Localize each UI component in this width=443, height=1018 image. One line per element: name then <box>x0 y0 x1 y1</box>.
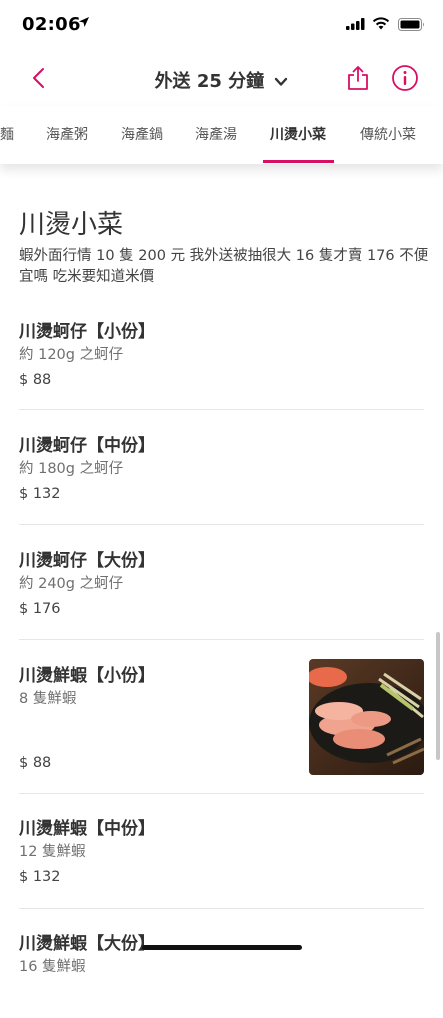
section-title: 川燙小菜 <box>19 210 124 240</box>
shrimp-dish-image <box>309 659 424 775</box>
menu-item[interactable]: 川燙鮮蝦【小份】 8 隻鮮蝦 $ 88 <box>19 639 424 794</box>
category-tabs: 麵 海產粥 海產鍋 海產湯 川燙小菜 傳統小菜 <box>0 106 443 164</box>
battery-icon <box>398 18 424 31</box>
item-description: 約 180g 之蚵仔 <box>19 461 124 477</box>
item-name: 川燙蚵仔【中份】 <box>19 436 155 456</box>
item-description: 16 隻鮮蝦 <box>19 959 86 975</box>
item-price: $ 88 <box>19 755 52 771</box>
item-price: $ 132 <box>19 869 61 885</box>
item-price: $ 176 <box>19 601 61 617</box>
delivery-time-label: 外送 25 分鐘 <box>154 71 265 92</box>
item-name: 川燙蚵仔【小份】 <box>19 322 155 342</box>
share-icon[interactable] <box>345 64 371 92</box>
menu-item[interactable]: 川燙鮮蝦【中份】 12 隻鮮蝦 $ 132 <box>19 793 424 909</box>
section-description: 蝦外面行情 10 隻 200 元 我外送被抽很大 16 隻才賣 176 不便宜嗎… <box>19 248 429 285</box>
menu-item[interactable]: 川燙鮮蝦【大份】 16 隻鮮蝦 <box>19 908 424 1018</box>
item-name: 川燙鮮蝦【小份】 <box>19 666 155 686</box>
cellular-signal-icon <box>346 18 365 30</box>
delivery-time-selector[interactable]: 外送 25 分鐘 <box>0 67 443 93</box>
item-name: 川燙蚵仔【大份】 <box>19 551 155 571</box>
nav-bar: 外送 25 分鐘 <box>0 52 443 106</box>
tab-traditional-sides[interactable]: 傳統小菜 <box>360 124 416 144</box>
item-name: 川燙鮮蝦【大份】 <box>19 934 155 954</box>
item-price: $ 132 <box>19 486 61 502</box>
tab-seafood-hotpot[interactable]: 海產鍋 <box>121 124 163 144</box>
location-arrow-icon <box>79 17 89 27</box>
item-description: 約 120g 之蚵仔 <box>19 347 124 363</box>
menu-item[interactable]: 川燙蚵仔【中份】 約 180g 之蚵仔 $ 132 <box>19 409 424 525</box>
scrollbar[interactable] <box>436 632 440 760</box>
wifi-icon <box>372 17 390 30</box>
item-description: 8 隻鮮蝦 <box>19 691 77 707</box>
menu-item[interactable]: 川燙蚵仔【小份】 約 120g 之蚵仔 $ 88 <box>19 304 424 410</box>
tab-blanched-sides[interactable]: 川燙小菜 <box>270 124 326 144</box>
status-time: 02:06 <box>22 14 81 35</box>
status-bar: 02:06 <box>0 0 443 52</box>
tab-seafood-soup[interactable]: 海產湯 <box>195 124 237 144</box>
info-icon[interactable] <box>391 64 419 92</box>
home-indicator[interactable] <box>142 945 302 950</box>
menu-item[interactable]: 川燙蚵仔【大份】 約 240g 之蚵仔 $ 176 <box>19 524 424 640</box>
chevron-down-icon <box>275 77 288 86</box>
item-description: 12 隻鮮蝦 <box>19 844 86 860</box>
item-name: 川燙鮮蝦【中份】 <box>19 819 155 839</box>
item-price: $ 88 <box>19 372 52 388</box>
tab-noodles[interactable]: 麵 <box>0 124 14 144</box>
tab-seafood-congee[interactable]: 海產粥 <box>46 124 88 144</box>
active-tab-indicator <box>263 160 334 163</box>
item-description: 約 240g 之蚵仔 <box>19 576 124 592</box>
